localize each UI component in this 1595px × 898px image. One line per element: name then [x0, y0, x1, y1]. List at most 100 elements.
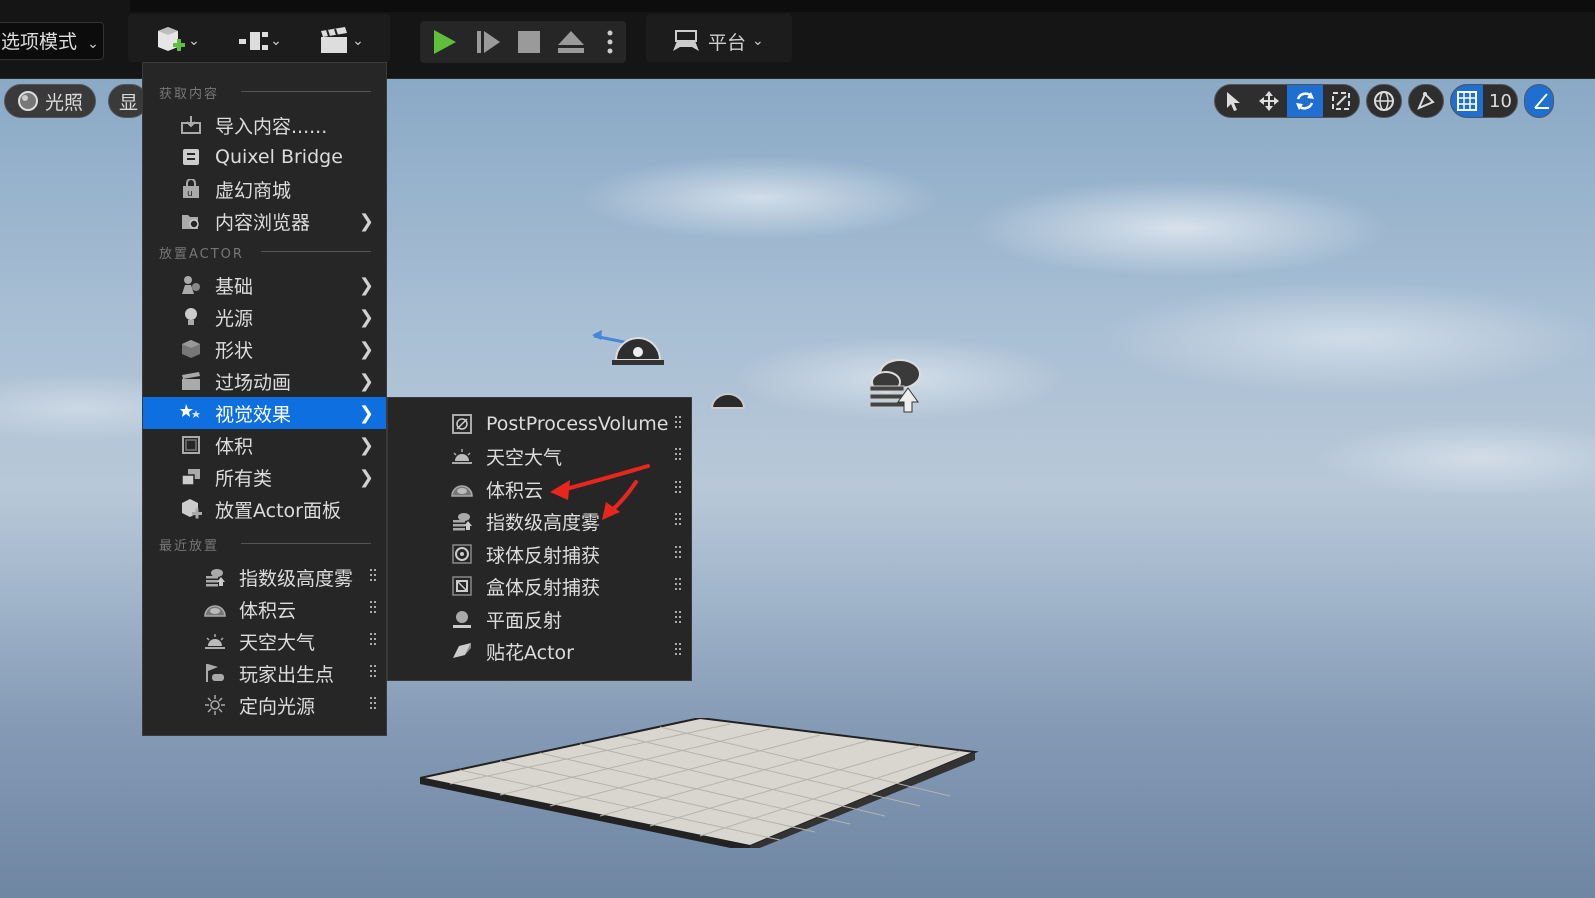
submenu-item-decal-actor[interactable]: 贴花Actor	[388, 635, 691, 667]
sphere-reflection-icon	[450, 542, 474, 566]
menu-item-cinematic[interactable]: 过场动画 ❯	[143, 365, 386, 397]
submenu-item-label: 体积云	[486, 479, 544, 502]
menu-item-label: 体积	[215, 435, 254, 458]
eject-icon[interactable]	[557, 30, 585, 54]
drag-handle-icon[interactable]	[675, 611, 681, 627]
world-space-button[interactable]	[1367, 85, 1401, 117]
more-options-icon[interactable]	[606, 29, 614, 55]
mode-selector-button[interactable]: 选项模式 ⌄	[0, 22, 104, 60]
menu-item-quixel-bridge[interactable]: Quixel Bridge	[143, 141, 386, 173]
drag-handle-icon[interactable]	[370, 601, 376, 617]
rotate-mode-button[interactable]	[1287, 85, 1323, 117]
visual-effects-icon	[179, 401, 203, 425]
menu-item-lights[interactable]: 光源 ❯	[143, 301, 386, 333]
chevron-right-icon: ❯	[358, 274, 374, 296]
menu-item-marketplace[interactable]: u 虚幻商城	[143, 173, 386, 205]
menu-item-volumes[interactable]: 体积 ❯	[143, 429, 386, 461]
add-content-menu: 获取内容 导入内容...... Quixel Bridge u 虚幻商城 内容浏…	[142, 62, 387, 736]
volumetric-cloud-icon	[203, 597, 227, 621]
sky-atmosphere-actor-icon[interactable]	[708, 392, 748, 412]
lighting-mode-button[interactable]: 光照	[4, 84, 96, 118]
select-mode-button[interactable]	[1215, 85, 1251, 117]
world-local-toggle[interactable]	[1366, 84, 1402, 118]
menu-item-all-classes[interactable]: 所有类 ❯	[143, 461, 386, 493]
drag-handle-icon[interactable]	[370, 633, 376, 649]
section-divider	[261, 251, 371, 252]
drag-handle-icon[interactable]	[675, 578, 681, 594]
recent-item-height-fog[interactable]: 指数级高度雾	[143, 561, 386, 593]
chevron-down-icon: ⌄	[87, 36, 99, 52]
directional-light-icon	[203, 693, 227, 717]
menu-item-place-actor-panel[interactable]: 放置Actor面板	[143, 493, 386, 525]
menu-item-basic[interactable]: 基础 ❯	[143, 269, 386, 301]
cursor-icon	[1227, 92, 1240, 111]
play-icon[interactable]	[432, 29, 458, 55]
menu-item-shapes[interactable]: 形状 ❯	[143, 333, 386, 365]
annotation-arrow-icon	[602, 480, 638, 520]
planar-reflection-icon	[450, 607, 474, 631]
add-actor-icon	[158, 27, 186, 51]
marketplace-icon: u	[179, 177, 203, 201]
show-label: 显	[119, 91, 139, 114]
section-title-get-content: 获取内容	[159, 87, 220, 102]
menu-item-visual-effects[interactable]: 视觉效果 ❯	[143, 397, 386, 429]
submenu-item-post-process-volume[interactable]: PostProcessVolume	[388, 408, 691, 440]
recent-item-directional-light[interactable]: 定向光源	[143, 689, 386, 721]
lighting-sphere-icon	[18, 91, 38, 111]
step-forward-icon[interactable]	[476, 30, 502, 54]
chevron-down-icon: ⌄	[270, 33, 282, 49]
surface-snap-toggle[interactable]	[1408, 84, 1444, 118]
chevron-right-icon: ❯	[358, 210, 374, 232]
menu-item-label: 所有类	[215, 467, 273, 490]
drag-handle-icon[interactable]	[370, 697, 376, 713]
menu-item-label: 过场动画	[215, 371, 292, 394]
scale-mode-button[interactable]	[1323, 85, 1359, 117]
chevron-right-icon: ❯	[358, 434, 374, 456]
drag-handle-icon[interactable]	[675, 416, 681, 432]
submenu-item-box-reflection-capture[interactable]: 盒体反射捕获	[388, 570, 691, 602]
all-classes-icon	[179, 465, 203, 489]
height-fog-icon	[450, 509, 474, 533]
section-title-place-actor: 放置ACTOR	[159, 247, 244, 262]
recent-item-player-start[interactable]: 玩家出生点	[143, 657, 386, 689]
recent-item-volumetric-cloud[interactable]: 体积云	[143, 593, 386, 625]
sky-atmosphere-icon	[450, 444, 474, 468]
lighting-label: 光照	[45, 91, 84, 114]
drag-handle-icon[interactable]	[370, 569, 376, 585]
section-divider	[241, 543, 371, 544]
gamepad-icon	[673, 30, 699, 51]
menu-item-label: 导入内容......	[215, 115, 328, 138]
blueprint-button[interactable]: ⌄	[230, 24, 288, 58]
submenu-item-planar-reflection[interactable]: 平面反射	[388, 603, 691, 635]
drag-handle-icon[interactable]	[675, 513, 681, 529]
drag-handle-icon[interactable]	[675, 546, 681, 562]
drag-handle-icon[interactable]	[675, 643, 681, 659]
grid-snap-button[interactable]	[1451, 85, 1483, 117]
menu-item-import-content[interactable]: 导入内容......	[143, 109, 386, 141]
directional-light-actor-icon[interactable]	[590, 318, 670, 368]
shape-icon	[179, 337, 203, 361]
move-icon	[1259, 91, 1279, 111]
floor-mesh[interactable]	[420, 718, 980, 848]
menu-item-label: 天空大气	[239, 631, 316, 654]
grid-snap-value[interactable]: 10	[1489, 91, 1512, 112]
height-fog-actor-icon[interactable]	[866, 352, 930, 416]
place-actor-icon	[179, 497, 203, 521]
translate-mode-button[interactable]	[1251, 85, 1287, 117]
platform-button[interactable]: 平台 ⌄	[670, 24, 764, 58]
submenu-item-sphere-reflection-capture[interactable]: 球体反射捕获	[388, 538, 691, 570]
recent-item-sky-atmosphere[interactable]: 天空大气	[143, 625, 386, 657]
grid-snap-group[interactable]: 10	[1450, 84, 1518, 118]
surface-snap-button[interactable]	[1409, 85, 1443, 117]
menu-item-label: Quixel Bridge	[215, 146, 343, 168]
stop-icon[interactable]	[518, 31, 540, 53]
menu-item-label: 视觉效果	[215, 403, 292, 426]
rotation-snap-button[interactable]	[1524, 84, 1554, 118]
drag-handle-icon[interactable]	[370, 665, 376, 681]
add-content-button[interactable]: ⌄	[148, 24, 206, 58]
drag-handle-icon[interactable]	[675, 448, 681, 464]
menu-item-label: 定向光源	[239, 695, 316, 718]
cinematics-button[interactable]: ⌄	[312, 24, 370, 58]
menu-item-content-browser[interactable]: 内容浏览器 ❯	[143, 205, 386, 237]
drag-handle-icon[interactable]	[675, 481, 681, 497]
